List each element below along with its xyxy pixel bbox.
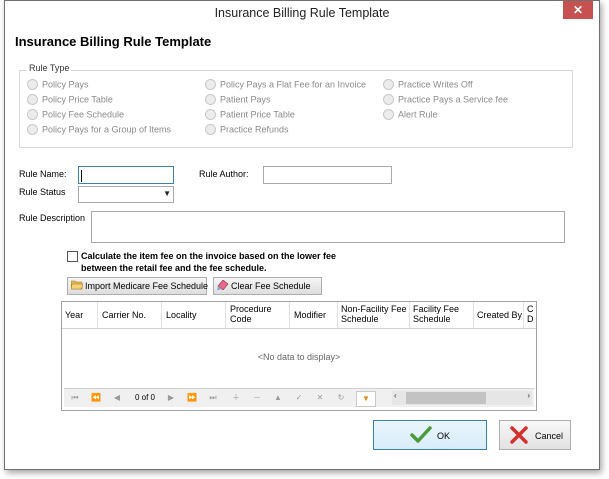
radio-dot bbox=[27, 94, 38, 106]
col-locality[interactable]: Locality bbox=[166, 310, 197, 320]
col-procedure-code[interactable]: Procedure Code bbox=[230, 304, 278, 324]
cancel-button[interactable]: Cancel bbox=[499, 420, 571, 450]
col-modifier[interactable]: Modifier bbox=[294, 310, 326, 320]
grid-header: Year Carrier No. Locality Procedure Code… bbox=[62, 302, 536, 329]
col-carrier-no[interactable]: Carrier No. bbox=[102, 310, 146, 320]
prev-page-icon[interactable]: ⏪ bbox=[87, 391, 105, 405]
radio-dot bbox=[205, 124, 216, 136]
folder-open-icon bbox=[70, 279, 84, 295]
last-page-icon[interactable]: ⏭ bbox=[204, 391, 222, 405]
radio-policy-price-table[interactable]: Policy Price Table bbox=[27, 94, 113, 106]
radio-policy-pays[interactable]: Policy Pays bbox=[27, 79, 89, 91]
rule-author-input[interactable] bbox=[263, 166, 392, 184]
radio-policy-pays-flat-fee[interactable]: Policy Pays a Flat Fee for an Invoice bbox=[205, 79, 366, 91]
window-title: Insurance Billing Rule Template bbox=[214, 6, 390, 20]
import-medicare-label: Import Medicare Fee Schedule bbox=[85, 281, 209, 291]
clear-fee-label: Clear Fee Schedule bbox=[231, 281, 311, 291]
close-x-icon bbox=[509, 426, 529, 446]
scroll-right-icon[interactable]: › bbox=[527, 391, 530, 400]
delete-record-icon[interactable]: － bbox=[248, 391, 266, 405]
cancel-edit-icon[interactable]: ✕ bbox=[311, 391, 329, 405]
import-medicare-fee-schedule-button[interactable]: Import Medicare Fee Schedule bbox=[67, 277, 209, 295]
radio-dot bbox=[383, 79, 394, 91]
column-divider bbox=[473, 302, 474, 328]
rule-status-select[interactable]: ▼ bbox=[78, 186, 174, 203]
dialog-window: Insurance Billing Rule Template ✕ Insura… bbox=[4, 0, 600, 470]
col-created-date[interactable]: C D bbox=[527, 304, 535, 324]
checkmark-icon bbox=[410, 426, 432, 446]
pager-text: 0 of 0 bbox=[134, 393, 155, 402]
radio-patient-pays[interactable]: Patient Pays bbox=[205, 94, 271, 106]
radio-practice-pays-service-fee[interactable]: Practice Pays a Service fee bbox=[383, 94, 508, 106]
rule-description-input[interactable] bbox=[91, 211, 565, 243]
radio-policy-pays-group[interactable]: Policy Pays for a Group of Items bbox=[27, 124, 171, 136]
ok-button[interactable]: OK bbox=[373, 420, 487, 450]
col-facility-fee[interactable]: Facility Fee Schedule bbox=[413, 304, 471, 324]
eraser-icon bbox=[217, 279, 229, 295]
rule-author-label: Rule Author: bbox=[199, 169, 249, 179]
fee-schedule-grid[interactable]: Year Carrier No. Locality Procedure Code… bbox=[61, 301, 537, 411]
add-record-icon[interactable]: ＋ bbox=[227, 391, 245, 405]
col-created-by[interactable]: Created By bbox=[477, 310, 522, 320]
edit-record-icon[interactable]: ▲ bbox=[269, 391, 287, 405]
prev-record-icon[interactable]: ◀ bbox=[108, 391, 126, 405]
title-bar: Insurance Billing Rule Template ✕ bbox=[5, 1, 599, 25]
page-title: Insurance Billing Rule Template bbox=[15, 34, 212, 49]
scroll-left-icon[interactable]: ‹ bbox=[394, 391, 397, 400]
ok-label: OK bbox=[437, 431, 451, 441]
column-divider bbox=[523, 302, 524, 328]
close-button[interactable]: ✕ bbox=[563, 1, 593, 19]
rule-name-input[interactable] bbox=[78, 166, 174, 184]
radio-dot bbox=[383, 109, 394, 121]
radio-practice-refunds[interactable]: Practice Refunds bbox=[205, 124, 289, 136]
radio-dot bbox=[383, 94, 394, 106]
radio-policy-fee-schedule[interactable]: Policy Fee Schedule bbox=[27, 109, 124, 121]
radio-dot bbox=[27, 109, 38, 121]
radio-dot bbox=[27, 124, 38, 136]
radio-dot bbox=[205, 79, 216, 91]
column-divider bbox=[409, 302, 410, 328]
first-page-icon[interactable]: ⏮ bbox=[66, 391, 84, 405]
column-divider bbox=[289, 302, 290, 328]
rule-name-label: Rule Name: bbox=[19, 169, 67, 179]
chevron-down-icon: ▼ bbox=[163, 189, 171, 198]
clear-fee-schedule-button[interactable]: Clear Fee Schedule bbox=[213, 277, 322, 295]
refresh-icon[interactable]: ↻ bbox=[332, 391, 350, 405]
lower-fee-checkbox-label: Calculate the item fee on the invoice ba… bbox=[81, 251, 337, 273]
radio-alert-rule[interactable]: Alert Rule bbox=[383, 109, 438, 121]
text-caret bbox=[81, 170, 82, 182]
lower-fee-checkbox[interactable] bbox=[67, 251, 78, 262]
col-non-facility-fee[interactable]: Non-Facility Fee Schedule bbox=[341, 304, 409, 324]
rule-type-label: Rule Type bbox=[27, 63, 72, 73]
filter-icon[interactable]: ▼ bbox=[356, 391, 376, 407]
rule-description-label: Rule Description bbox=[19, 213, 86, 223]
radio-dot bbox=[205, 109, 216, 121]
radio-dot bbox=[205, 94, 216, 106]
radio-practice-writes-off[interactable]: Practice Writes Off bbox=[383, 79, 473, 91]
column-divider bbox=[225, 302, 226, 328]
empty-grid-text: <No data to display> bbox=[257, 352, 341, 362]
next-page-icon[interactable]: ⏩ bbox=[183, 391, 201, 405]
radio-patient-price-table[interactable]: Patient Price Table bbox=[205, 109, 295, 121]
save-record-icon[interactable]: ✓ bbox=[290, 391, 308, 405]
radio-dot bbox=[27, 79, 38, 91]
column-divider bbox=[161, 302, 162, 328]
column-divider bbox=[337, 302, 338, 328]
column-divider bbox=[97, 302, 98, 328]
cancel-label: Cancel bbox=[535, 431, 564, 441]
scrollbar-thumb[interactable] bbox=[406, 392, 486, 404]
next-record-icon[interactable]: ▶ bbox=[162, 391, 180, 405]
rule-status-label: Rule Status bbox=[19, 187, 66, 197]
grid-navigator: ⏮ ⏪ ◀ 0 of 0 ▶ ⏩ ⏭ ＋ － ▲ ✓ ✕ ↻ ▼ ‹ › bbox=[64, 388, 534, 407]
horizontal-scrollbar[interactable]: ‹ › bbox=[392, 391, 532, 405]
col-year[interactable]: Year bbox=[65, 310, 83, 320]
